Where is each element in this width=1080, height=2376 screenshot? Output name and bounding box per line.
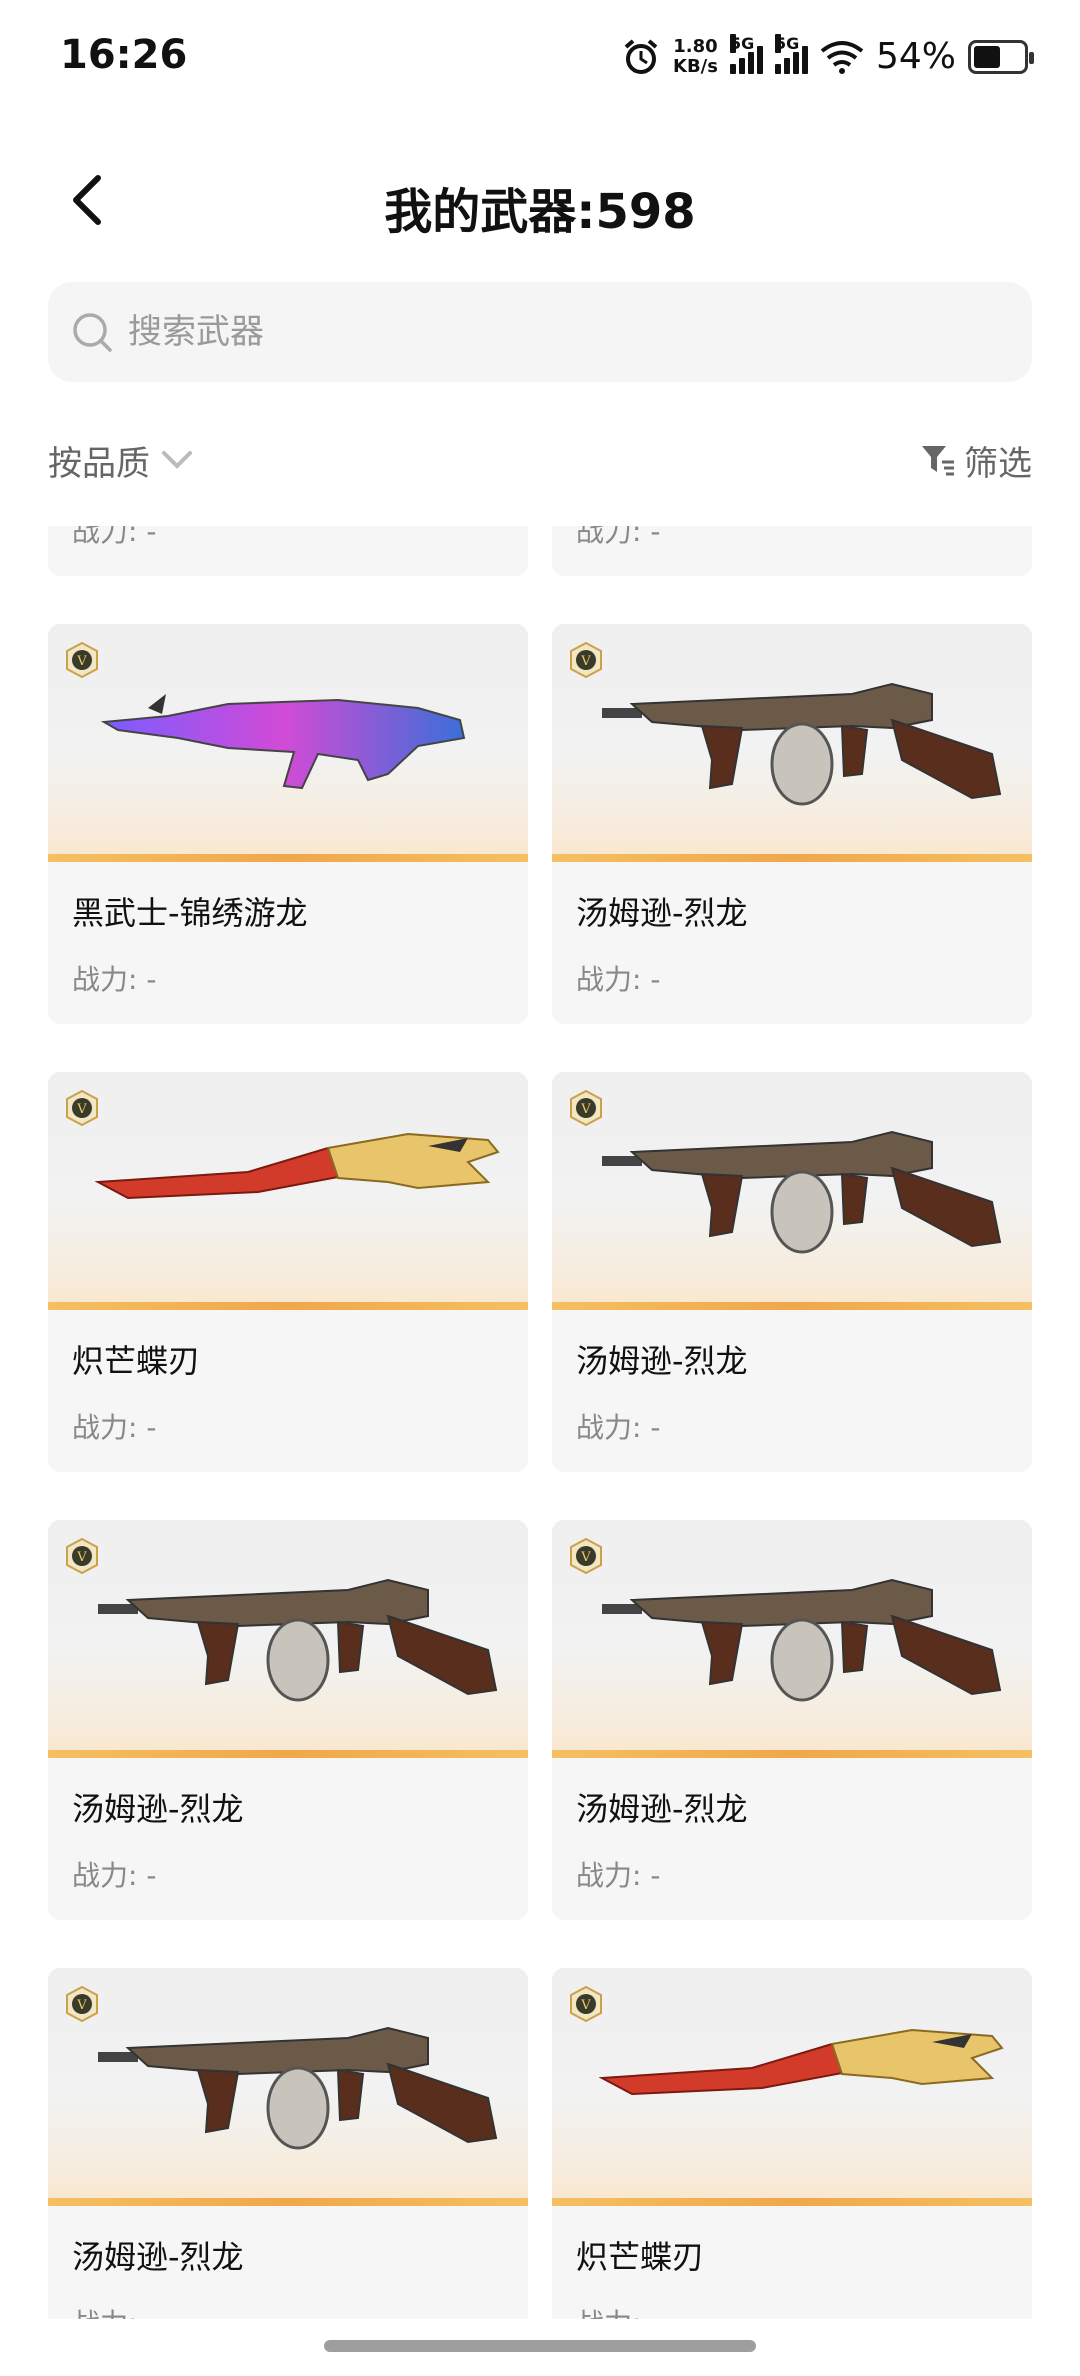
wifi-icon <box>820 40 864 74</box>
weapon-card[interactable]: V 炽芒蝶刃战力: - <box>48 1072 528 1472</box>
tommy-gun-image <box>602 682 1002 806</box>
tommy-gun-image <box>98 2026 498 2150</box>
search-box[interactable] <box>48 282 1032 382</box>
weapon-thumbnail: V <box>552 1968 1032 2206</box>
svg-text:V: V <box>76 1550 87 1565</box>
page-header: 我的武器:598 <box>0 150 1080 250</box>
svg-text:V: V <box>580 1102 591 1117</box>
weapon-thumbnail: V <box>552 1520 1032 1758</box>
weapon-card[interactable]: V 黑武士-锦绣游龙战力: - <box>48 624 528 1024</box>
page-title: 我的武器:598 <box>384 184 696 240</box>
sort-by-quality-dropdown[interactable]: 按品质 <box>48 436 194 485</box>
svg-text:V: V <box>580 1998 591 2013</box>
search-icon <box>73 313 112 352</box>
weapon-power: 战力: - <box>576 1411 661 1444</box>
weapon-thumbnail: V <box>48 1072 528 1310</box>
filter-label: 筛选 <box>964 443 1032 484</box>
search-input[interactable] <box>126 311 990 353</box>
weapon-card[interactable]: V 汤姆逊-烈龙战力: - <box>552 1072 1032 1472</box>
weapon-power: 战力: - <box>72 1859 157 1892</box>
chevron-down-icon <box>162 451 192 469</box>
weapon-name: 汤姆逊-烈龙 <box>72 2238 244 2276</box>
status-bar: 16:26 1.80 KB/s 5G 5G 54% <box>0 0 1080 120</box>
filter-button[interactable]: 筛选 <box>920 436 1032 485</box>
weapon-card[interactable]: V 汤姆逊-烈龙战力: - <box>48 1968 528 2319</box>
weapon-grid: 战力: - 战力: - V 黑武士-锦绣游龙 战力: - V 汤姆逊-烈龙 战力: -V炽… <box>48 526 1032 2319</box>
sort-filter-row: 按品质 筛选 <box>48 420 1032 500</box>
weapon-name: 汤姆逊-烈龙 <box>576 1342 748 1380</box>
svg-text:V: V <box>580 1550 591 1565</box>
butterfly-knife-image <box>94 1132 500 1200</box>
battery-icon <box>968 39 1034 74</box>
svg-text:V: V <box>76 1102 87 1117</box>
weapon-thumbnail: V <box>48 1968 528 2206</box>
weapon-power: 战力: - <box>72 526 157 548</box>
weapon-card[interactable]: V 汤姆逊-烈龙战力: - <box>552 624 1032 1024</box>
weapon-thumbnail: V <box>552 1072 1032 1310</box>
home-indicator[interactable] <box>324 2340 756 2352</box>
weapon-card[interactable]: V 汤姆逊-烈龙战力: - <box>552 1520 1032 1920</box>
network-speed: 1.80 KB/s <box>673 35 718 77</box>
weapon-name: 炽芒蝶刃 <box>72 1342 201 1380</box>
battery-percent: 54% <box>875 36 956 77</box>
weapon-card-partial[interactable]: 战力: - <box>48 526 528 576</box>
weapon-thumbnail: V <box>552 624 1032 862</box>
weapon-power: 战力: - <box>72 2302 156 2319</box>
weapon-thumbnail: V <box>48 624 528 862</box>
weapon-power: 战力: - <box>576 963 661 996</box>
weapon-power: 战力: - <box>72 963 157 996</box>
weapon-power: 战力: - <box>576 1859 661 1892</box>
butterfly-knife-image <box>598 2028 1004 2096</box>
weapon-power: 战力: - <box>576 526 661 548</box>
filter-icon <box>922 446 954 476</box>
sort-label: 按品质 <box>48 443 150 484</box>
svg-text:V: V <box>76 1998 87 2013</box>
signal-icon: 5G <box>729 33 763 74</box>
weapon-name: 汤姆逊-烈龙 <box>576 1790 748 1828</box>
weapon-thumbnail: V <box>48 1520 528 1758</box>
weapon-name: 炽芒蝶刃 <box>576 2238 705 2276</box>
alarm-icon <box>624 38 658 74</box>
weapon-name: 汤姆逊-烈龙 <box>576 894 748 932</box>
signal-icon-2: 5G <box>774 33 808 74</box>
weapon-name: 黑武士-锦绣游龙 <box>72 894 308 932</box>
status-icons: 1.80 KB/s 5G 5G 54% <box>621 33 1034 77</box>
weapon-card[interactable]: V 炽芒蝶刃战力: - <box>552 1968 1032 2319</box>
weapon-card[interactable]: V 汤姆逊-烈龙战力: - <box>48 1520 528 1920</box>
status-time: 16:26 <box>60 32 188 78</box>
tommy-gun-image <box>602 1130 1002 1254</box>
weapon-name: 汤姆逊-烈龙 <box>72 1790 244 1828</box>
tommy-gun-image <box>98 1578 498 1702</box>
weapon-power: 战力: - <box>576 2302 660 2319</box>
rifle-image <box>100 694 466 790</box>
weapon-power: 战力: - <box>72 1411 157 1444</box>
svg-text:V: V <box>76 654 87 669</box>
svg-text:V: V <box>580 654 591 669</box>
weapon-card-partial[interactable]: 战力: - <box>552 526 1032 576</box>
tommy-gun-image <box>602 1578 1002 1702</box>
